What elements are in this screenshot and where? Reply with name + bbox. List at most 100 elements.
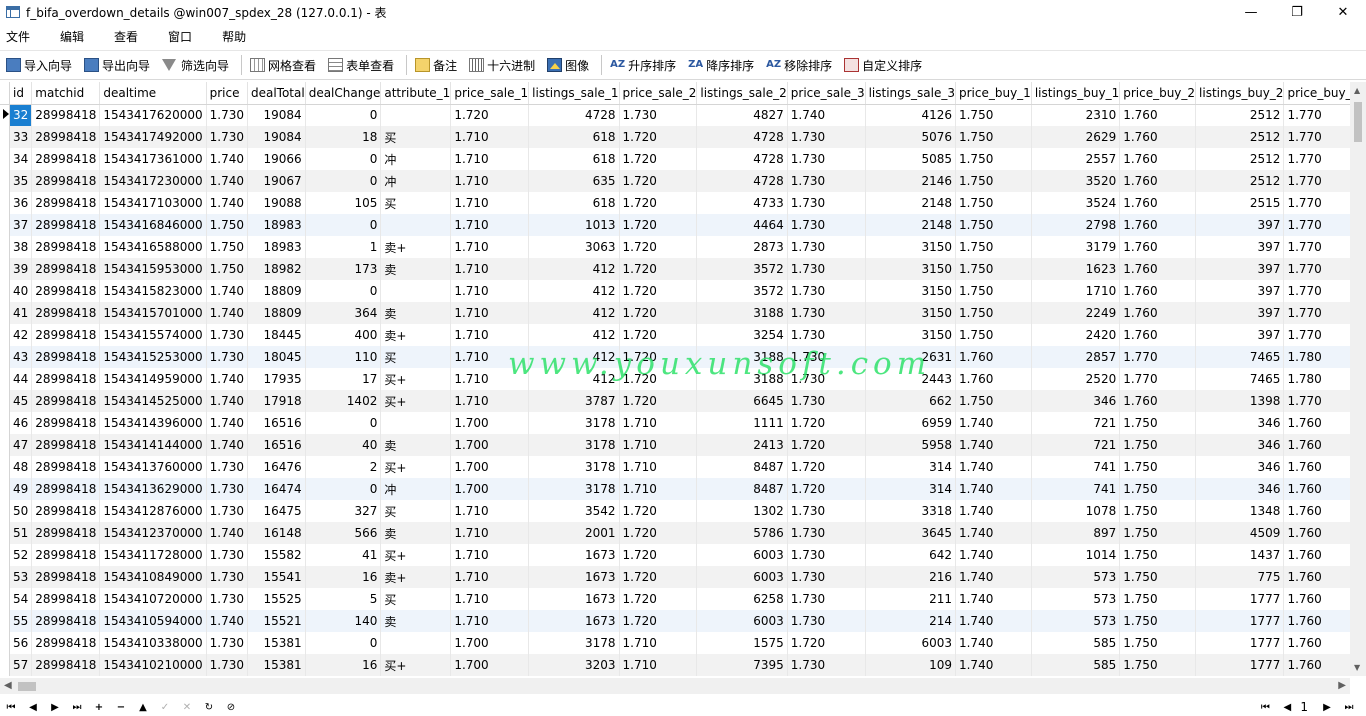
vertical-scrollbar[interactable]: ▲ ▼ (1350, 82, 1366, 676)
cell-listings-buy-2[interactable]: 7465 (1195, 368, 1285, 390)
cell-listings-sale-3[interactable]: 3150 (865, 324, 956, 346)
cell-listings-buy-1[interactable]: 2857 (1031, 346, 1121, 368)
cell-listings-sale-1[interactable]: 412 (528, 280, 620, 302)
column-header-price[interactable]: price (206, 82, 248, 105)
stop-icon[interactable]: ⊘ (220, 702, 242, 713)
cell-listings-sale-3[interactable]: 6959 (865, 412, 956, 434)
cell-listings-buy-2[interactable]: 1777 (1195, 610, 1285, 632)
cell-id[interactable]: 36 (9, 192, 33, 214)
row-indicator[interactable] (0, 324, 10, 346)
cell-dealTotal[interactable]: 17935 (247, 368, 306, 390)
cell-attribute-1[interactable]: 买+ (380, 390, 452, 412)
cell-price-buy-2[interactable]: 1.760 (1119, 170, 1197, 192)
cell-attribute-1[interactable]: 卖 (380, 302, 452, 324)
cell-price-sale-1[interactable]: 1.710 (450, 148, 530, 170)
cell-price-sale-2[interactable]: 1.720 (619, 148, 698, 170)
cell-dealChange[interactable]: 364 (305, 302, 382, 324)
cell-price-buy-2[interactable]: 1.760 (1119, 126, 1197, 148)
cell-dealTotal[interactable]: 16148 (247, 522, 306, 544)
cell-dealtime[interactable]: 1543410338000 (99, 632, 207, 654)
cell-price-sale-3[interactable]: 1.730 (787, 500, 866, 522)
cell-listings-buy-2[interactable]: 397 (1195, 302, 1285, 324)
menu-file[interactable]: 文件 (0, 28, 42, 45)
cell-attribute-1[interactable]: 冲 (380, 148, 452, 170)
prev-page-icon[interactable]: ◀ (1276, 702, 1298, 713)
cell-price-buy-2[interactable]: 1.760 (1119, 192, 1197, 214)
cell-price-sale-3[interactable]: 1.730 (787, 236, 866, 258)
column-header-price-buy-1[interactable]: price_buy_1 (955, 82, 1032, 105)
cell-price-buy-2[interactable]: 1.750 (1119, 412, 1197, 434)
cell-price[interactable]: 1.740 (206, 170, 248, 192)
cell-price-sale-2[interactable]: 1.720 (619, 126, 698, 148)
cell-id[interactable]: 57 (9, 654, 33, 676)
table-row[interactable]: 34 28998418 1543417361000 1.740 19066 0 冲 1.710… (0, 148, 1350, 170)
vertical-scroll-thumb[interactable] (1354, 102, 1362, 142)
cell-attribute-1[interactable]: 冲 (380, 170, 452, 192)
cell-listings-sale-2[interactable]: 6003 (696, 610, 788, 632)
cell-price-buy-1[interactable]: 1.750 (955, 104, 1032, 126)
row-indicator[interactable] (0, 368, 10, 390)
cell-listings-buy-1[interactable]: 1078 (1031, 500, 1121, 522)
cell-listings-sale-1[interactable]: 3178 (528, 412, 620, 434)
cell-dealTotal[interactable]: 19088 (247, 192, 306, 214)
cell-price-sale-2[interactable]: 1.720 (619, 324, 698, 346)
cell-listings-buy-2[interactable]: 1777 (1195, 632, 1285, 654)
cell-matchid[interactable]: 28998418 (31, 654, 101, 676)
first-page-icon[interactable]: ⏮ (1254, 702, 1276, 713)
cell-listings-buy-2[interactable]: 2512 (1195, 126, 1285, 148)
cell-price-sale-3[interactable]: 1.730 (787, 368, 866, 390)
cell-listings-sale-3[interactable]: 3150 (865, 280, 956, 302)
cell-dealtime[interactable]: 1543414144000 (99, 434, 207, 456)
column-header-listings-buy-2[interactable]: listings_buy_2 (1195, 82, 1285, 105)
cell-listings-sale-1[interactable]: 3542 (528, 500, 620, 522)
cell-listings-buy-2[interactable]: 775 (1195, 566, 1285, 588)
row-indicator[interactable] (0, 258, 10, 280)
cell-id[interactable]: 37 (9, 214, 33, 236)
cell-attribute-1[interactable] (380, 214, 452, 236)
cell-listings-buy-1[interactable]: 897 (1031, 522, 1121, 544)
cell-price-sale-1[interactable]: 1.710 (450, 500, 530, 522)
cell-listings-buy-2[interactable]: 1348 (1195, 500, 1285, 522)
menu-help[interactable]: 帮助 (216, 28, 258, 45)
cell-attribute-1[interactable]: 买 (380, 500, 452, 522)
row-indicator[interactable] (0, 500, 10, 522)
cell-listings-sale-1[interactable]: 1673 (528, 544, 620, 566)
cell-price-sale-3[interactable]: 1.720 (787, 478, 866, 500)
cell-price-buy-2[interactable]: 1.750 (1119, 544, 1197, 566)
cell-price-buy-3[interactable]: 1.760 (1283, 456, 1350, 478)
cell-price[interactable]: 1.730 (206, 126, 248, 148)
table-row[interactable]: 54 28998418 1543410720000 1.730 15525 5 买 1.710… (0, 588, 1350, 610)
cell-dealtime[interactable]: 1543414525000 (99, 390, 207, 412)
column-header-dealTotal[interactable]: dealTotal (247, 82, 306, 105)
cell-matchid[interactable]: 28998418 (31, 126, 101, 148)
cell-price-sale-1[interactable]: 1.720 (450, 104, 530, 126)
cell-price-buy-3[interactable]: 1.770 (1283, 104, 1350, 126)
cell-listings-sale-2[interactable]: 4827 (696, 104, 788, 126)
cell-matchid[interactable]: 28998418 (31, 104, 101, 126)
table-row[interactable]: 44 28998418 1543414959000 1.740 17935 17 买+ 1.7… (0, 368, 1350, 390)
row-indicator[interactable] (0, 126, 10, 148)
cell-price-buy-1[interactable]: 1.740 (955, 632, 1032, 654)
cell-dealChange[interactable]: 327 (305, 500, 382, 522)
cell-id[interactable]: 33 (9, 126, 33, 148)
column-header-matchid[interactable]: matchid (31, 82, 101, 105)
cell-price[interactable]: 1.740 (206, 368, 248, 390)
cell-price-sale-1[interactable]: 1.700 (450, 478, 530, 500)
cell-listings-sale-1[interactable]: 412 (528, 258, 620, 280)
grid-view-button[interactable]: 网格查看 (248, 54, 318, 76)
row-indicator[interactable] (0, 654, 10, 676)
cell-listings-buy-1[interactable]: 573 (1031, 588, 1121, 610)
cell-price-sale-1[interactable]: 1.710 (450, 566, 530, 588)
row-indicator[interactable] (0, 610, 10, 632)
cell-dealtime[interactable]: 1543417620000 (99, 104, 207, 126)
cell-price-sale-1[interactable]: 1.700 (450, 434, 530, 456)
cell-price-sale-1[interactable]: 1.710 (450, 192, 530, 214)
scroll-right-icon[interactable]: ▶ (1338, 680, 1346, 691)
cell-id[interactable]: 41 (9, 302, 33, 324)
cell-price-sale-1[interactable]: 1.700 (450, 654, 530, 676)
table-row[interactable]: 43 28998418 1543415253000 1.730 18045 110 买 1.7… (0, 346, 1350, 368)
sort-desc-button[interactable]: ZA 降序排序 (686, 54, 756, 76)
cell-dealtime[interactable]: 1543410849000 (99, 566, 207, 588)
cell-dealtime[interactable]: 1543416588000 (99, 236, 207, 258)
cell-price-sale-1[interactable]: 1.710 (450, 280, 530, 302)
